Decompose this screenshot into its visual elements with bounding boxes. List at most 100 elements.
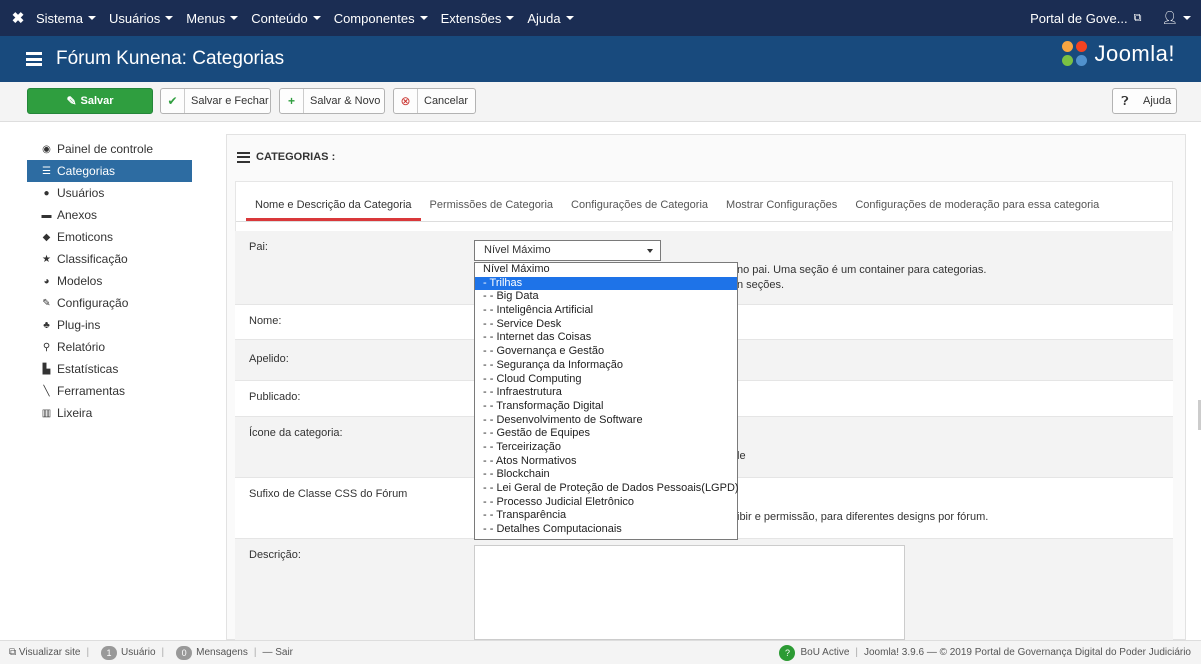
sidebar-item-configuracao[interactable]: ✎ Configuração — [27, 292, 192, 314]
dropdown-option[interactable]: - - Desenvolvimento de Software — [475, 414, 737, 428]
logout-link[interactable]: Sair — [275, 647, 293, 658]
portal-link[interactable]: Portal de Gove... — [1030, 11, 1128, 26]
sidebar-item-painel[interactable]: ◉ Painel de controle — [27, 138, 192, 160]
cancel-button[interactable]: ⊗ Cancelar — [393, 88, 476, 114]
search-icon: ⚲ — [42, 341, 51, 353]
save-button[interactable]: ✎ Salvar — [27, 88, 153, 114]
sidebar-item-classificacao[interactable]: ★ Classificação — [27, 248, 192, 270]
menu-extensoes[interactable]: Extensões — [441, 11, 515, 26]
bou-icon: ? — [779, 644, 796, 661]
palette-icon: ◕ — [43, 275, 50, 287]
dropdown-option[interactable]: - - Terceirização — [475, 441, 737, 455]
plus-icon: + — [280, 89, 304, 113]
tab-configuracoes[interactable]: Configurações de Categoria — [562, 199, 717, 221]
sidebar-item-plugins[interactable]: ♣ Plug-ins — [27, 314, 192, 336]
main-menu: Sistema Usuários Menus Conteúdo Componen… — [36, 11, 587, 26]
menu-usuarios[interactable]: Usuários — [109, 11, 174, 26]
chevron-down-icon — [506, 16, 515, 20]
tab-nome-descricao[interactable]: Nome e Descrição da Categoria — [246, 199, 421, 221]
user-menu[interactable]: 👤︎ — [1161, 10, 1191, 26]
descricao-label: Descrição: — [249, 549, 301, 561]
save-new-button[interactable]: + Salvar & Novo — [279, 88, 385, 114]
sidebar-item-ferramentas[interactable]: ╲ Ferramentas — [27, 380, 192, 402]
list-icon — [237, 151, 250, 163]
sidebar-item-anexos[interactable]: ▬ Anexos — [27, 204, 192, 226]
dropdown-option[interactable]: - - Processo Judicial Eletrônico — [475, 496, 737, 510]
dropdown-option[interactable]: - - Cloud Computing — [475, 373, 737, 387]
dropdown-option[interactable]: - - Gestão de Equipes — [475, 427, 737, 441]
sidebar-item-modelos[interactable]: ◕ Modelos — [27, 270, 192, 292]
dropdown-option[interactable]: - - Infraestrutura — [475, 386, 737, 400]
sidebar-item-usuarios[interactable]: ● Usuários — [27, 182, 192, 204]
tab-mostrar-configuracoes[interactable]: Mostrar Configurações — [717, 199, 846, 221]
list-icon: ☰ — [42, 165, 51, 177]
dropdown-option[interactable]: - - Lei Geral de Proteção de Dados Pesso… — [475, 482, 739, 496]
user-icon: 👤︎ — [1161, 10, 1178, 25]
cancel-icon: ⊗ — [394, 89, 418, 113]
menu-ajuda[interactable]: Ajuda — [527, 11, 574, 26]
help-button[interactable]: ❓︎ Ajuda — [1112, 88, 1177, 114]
pai-help-2: n seções. — [737, 279, 785, 291]
dropdown-option[interactable]: - - Segurança da Informação — [475, 359, 737, 373]
toolbar: ✎ Salvar ✔ Salvar e Fechar + Salvar & No… — [0, 82, 1201, 122]
dropdown-option[interactable]: - - Inteligência Artificial — [475, 304, 737, 318]
joomla-logo-icon — [1062, 41, 1088, 67]
tab-bar: Nome e Descrição da Categoria Permissões… — [236, 182, 1172, 222]
separator: | — [86, 647, 90, 658]
logout-icon: — — [262, 647, 276, 658]
pai-label: Pai: — [249, 241, 268, 253]
sidebar: ◉ Painel de controle ☰ Categorias ● Usuário… — [27, 138, 192, 424]
page-title: Fórum Kunena: Categorias — [56, 48, 285, 69]
sidebar-item-emoticons[interactable]: ◆ Emoticons — [27, 226, 192, 248]
pai-select[interactable]: Nível Máximo — [474, 240, 661, 261]
dropdown-option[interactable]: - - Big Data — [475, 290, 737, 304]
sidebar-item-estatisticas[interactable]: ▙ Estatísticas — [27, 358, 192, 380]
save-close-button[interactable]: ✔ Salvar e Fechar — [160, 88, 271, 114]
status-bar: ⧉ Visualizar site | 1 Usuário | 0 Mensag… — [0, 640, 1201, 664]
external-link-icon: ⧉ — [1133, 11, 1142, 24]
view-site-link[interactable]: Visualizar site — [19, 647, 81, 658]
menu-conteudo[interactable]: Conteúdo — [251, 11, 321, 26]
chevron-down-icon — [87, 16, 96, 20]
pai-help-1: no pai. Uma seção é um container para ca… — [737, 264, 987, 276]
dropdown-option[interactable]: - - Transformação Digital — [475, 400, 737, 414]
status-right: ? BoU Active | Joomla! 3.9.6 — © 2019 Po… — [779, 644, 1191, 661]
dropdown-arrow-icon — [647, 249, 653, 253]
chevron-down-icon — [230, 16, 239, 20]
topnav-right: Portal de Gove... ⧉ 👤︎ — [1030, 0, 1191, 36]
sidebar-item-lixeira[interactable]: ▥ Lixeira — [27, 402, 192, 424]
dropdown-option[interactable]: - - Internet das Coisas — [475, 331, 737, 345]
chevron-down-icon — [312, 16, 321, 20]
dropdown-option-selected[interactable]: - Trilhas — [475, 276, 737, 291]
icone-label: Ícone da categoria: — [249, 427, 343, 439]
sidebar-item-relatorio[interactable]: ⚲ Relatório — [27, 336, 192, 358]
tab-permissoes[interactable]: Permissões de Categoria — [421, 199, 563, 221]
sidebar-item-categorias[interactable]: ☰ Categorias — [27, 160, 192, 182]
folder-icon: ▬ — [41, 209, 52, 221]
icone-help: le — [737, 450, 746, 462]
chevron-down-icon — [1183, 16, 1191, 20]
dropdown-option[interactable]: - - Blockchain — [475, 468, 737, 482]
joomla-logo: Joomla! — [1062, 41, 1175, 67]
pai-dropdown-list: Nível Máximo - Trilhas - - Big Data - - … — [474, 262, 739, 540]
users-link[interactable]: Usuário — [121, 647, 155, 658]
joomla-menu-icon[interactable]: ✖ — [0, 9, 36, 27]
dropdown-option[interactable]: - - Governança e Gestão — [475, 345, 737, 359]
dropdown-option[interactable]: Nível Máximo — [475, 263, 737, 277]
separator: | — [253, 647, 257, 658]
chevron-down-icon — [419, 16, 428, 20]
tab-moderacao[interactable]: Configurações de moderação para essa cat… — [846, 199, 1108, 221]
dropdown-option[interactable]: - - Transparência — [475, 509, 737, 523]
dropdown-option[interactable]: - - Service Desk — [475, 318, 737, 332]
messages-link[interactable]: Mensagens — [196, 647, 248, 658]
dropdown-option[interactable]: - - Atos Normativos — [475, 455, 737, 469]
dropdown-option[interactable]: - - Detalhes Computacionais — [475, 523, 737, 537]
edit-icon: ✎ — [66, 94, 77, 108]
menu-componentes[interactable]: Componentes — [334, 11, 428, 26]
dashboard-icon: ◉ — [42, 143, 51, 155]
sufixo-help: ibir e permissão, para diferentes design… — [737, 511, 989, 523]
menu-sistema[interactable]: Sistema — [36, 11, 96, 26]
descricao-textarea[interactable] — [474, 545, 905, 640]
apelido-label: Apelido: — [249, 353, 289, 365]
menu-menus[interactable]: Menus — [186, 11, 239, 26]
